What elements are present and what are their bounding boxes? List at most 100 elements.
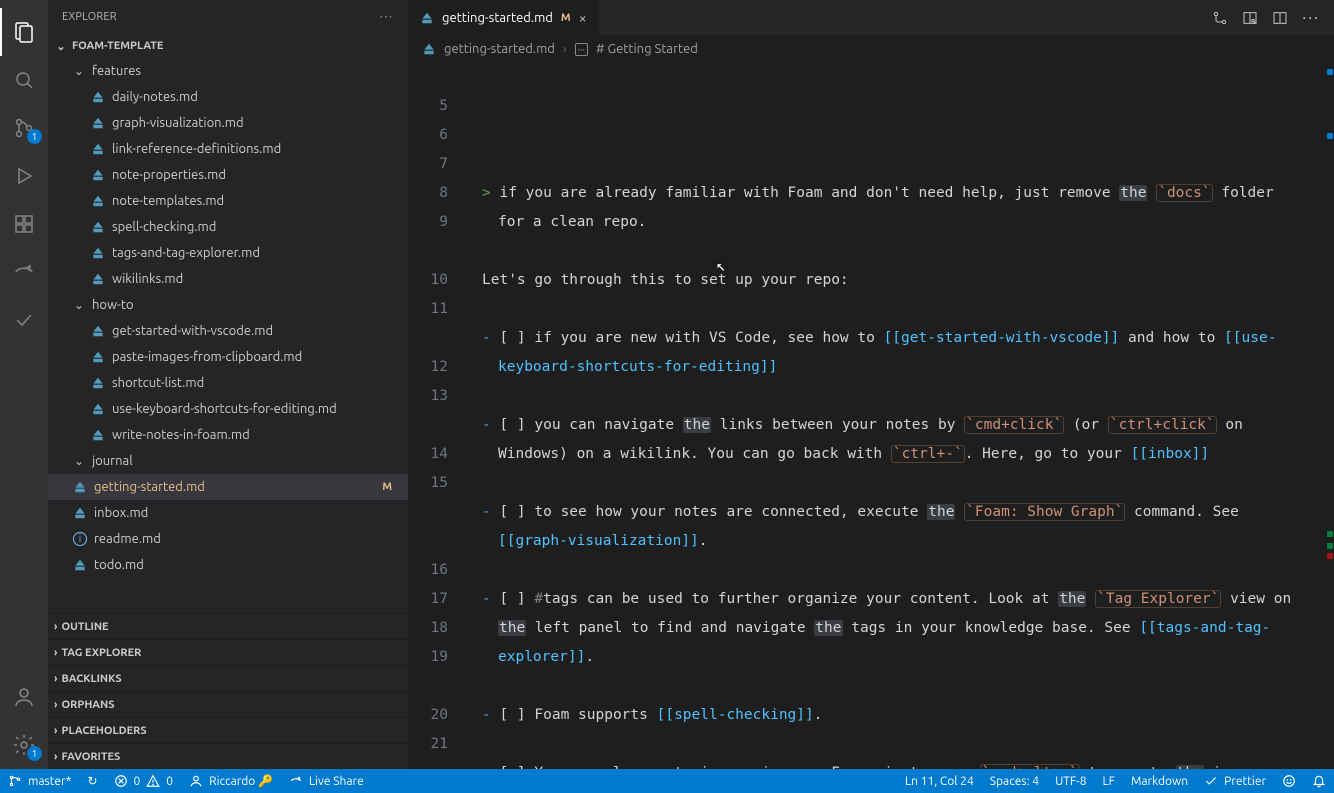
code-line[interactable]: - [ ] You can also paste images in your … — [482, 759, 1294, 769]
tree-file[interactable]: note-templates.md — [48, 188, 408, 214]
tree-file[interactable]: shortcut-list.md — [48, 370, 408, 396]
line-number: 19 — [408, 643, 448, 672]
line-number: 6 — [408, 121, 448, 150]
status-encoding[interactable]: UTF-8 — [1047, 769, 1094, 793]
status-eol[interactable]: LF — [1095, 769, 1123, 793]
code-line[interactable]: Let's go through this to set up your rep… — [482, 266, 1294, 295]
tree-item-label: features — [92, 64, 398, 78]
code-area[interactable]: ↖ > if you are already familiar with Foa… — [466, 63, 1334, 769]
status-prettier[interactable]: Prettier — [1196, 769, 1274, 793]
tree-file[interactable]: tags-and-tag-explorer.md — [48, 240, 408, 266]
sidebar-panel-favorites[interactable]: ›FAVORITES — [48, 743, 408, 769]
tree-file[interactable]: note-properties.md — [48, 162, 408, 188]
sidebar-explorer: EXPLORER ··· ⌄ FOAM-TEMPLATE ⌄ features da… — [48, 0, 408, 769]
split-editor-icon[interactable] — [1272, 10, 1288, 26]
tree-file[interactable]: wikilinks.md — [48, 266, 408, 292]
tree-file[interactable]: paste-images-from-clipboard.md — [48, 344, 408, 370]
panel-label: FAVORITES — [61, 751, 120, 763]
tree-folder[interactable]: ⌄how-to — [48, 292, 408, 318]
activity-source-control[interactable]: 1 — [0, 104, 48, 152]
breadcrumb[interactable]: getting-started.md › ··· # Getting Start… — [408, 35, 1334, 63]
markdown-icon — [90, 245, 106, 261]
status-indent[interactable]: Spaces: 4 — [982, 769, 1047, 793]
activity-commit[interactable] — [0, 296, 48, 344]
code-line[interactable]: - [ ] #tags can be used to further organ… — [482, 585, 1294, 672]
tree-file[interactable]: get-started-with-vscode.md — [48, 318, 408, 344]
minimap[interactable] — [1320, 63, 1334, 769]
sidebar-root-folder[interactable]: ⌄ FOAM-TEMPLATE — [48, 34, 408, 58]
markdown-icon — [90, 323, 106, 339]
line-number — [408, 672, 448, 701]
markdown-icon — [90, 427, 106, 443]
status-feedback-icon[interactable] — [1274, 769, 1304, 793]
sidebar-panel-outline[interactable]: ›OUTLINE — [48, 613, 408, 639]
tree-item-label: daily-notes.md — [112, 90, 398, 104]
tree-file[interactable]: link-reference-definitions.md — [48, 136, 408, 162]
code-line[interactable]: - [ ] Foam supports [[spell-checking]]. — [482, 701, 1294, 730]
activity-account[interactable] — [0, 673, 48, 721]
activity-search[interactable] — [0, 56, 48, 104]
tree-folder[interactable]: ⌄ features — [48, 58, 408, 84]
tree-file[interactable]: inbox.md — [48, 500, 408, 526]
status-language[interactable]: Markdown — [1123, 769, 1196, 793]
tree-folder[interactable]: ⌄journal — [48, 448, 408, 474]
tree-file[interactable]: spell-checking.md — [48, 214, 408, 240]
status-liveshare[interactable]: Live Share — [281, 769, 372, 793]
sidebar-title: EXPLORER — [62, 11, 117, 23]
tree-file[interactable]: use-keyboard-shortcuts-for-editing.md — [48, 396, 408, 422]
sidebar-panel-backlinks[interactable]: ›BACKLINKS — [48, 665, 408, 691]
tab-modified-badge: M — [561, 12, 571, 24]
code-line[interactable] — [482, 556, 1294, 585]
tree-file[interactable]: todo.md — [48, 552, 408, 578]
code-line[interactable]: > if you are already familiar with Foam … — [482, 179, 1294, 237]
more-actions-icon[interactable]: ··· — [1302, 9, 1320, 27]
tree-item-label: note-properties.md — [112, 168, 398, 182]
status-branch[interactable]: master* — [0, 769, 79, 793]
code-line[interactable] — [482, 237, 1294, 266]
activity-explorer[interactable] — [0, 8, 48, 56]
status-problems[interactable]: 0 0 — [106, 769, 182, 793]
status-account[interactable]: Riccardo 🔑 — [181, 769, 281, 793]
line-number — [408, 63, 448, 92]
code-line[interactable]: - [ ] you can navigate the links between… — [482, 411, 1294, 469]
code-line[interactable] — [482, 469, 1294, 498]
sidebar-actions-icon[interactable]: ··· — [380, 11, 394, 23]
code-line[interactable] — [482, 730, 1294, 759]
chevron-right-icon: › — [54, 725, 57, 737]
sidebar-panel-orphans[interactable]: ›ORPHANS — [48, 691, 408, 717]
panel-label: OUTLINE — [61, 621, 108, 633]
markdown-icon — [90, 219, 106, 235]
tree-file[interactable]: graph-visualization.md — [48, 110, 408, 136]
compare-changes-icon[interactable] — [1212, 10, 1228, 26]
activity-settings[interactable]: 1 — [0, 721, 48, 769]
editor-body[interactable]: 56789101112131415161718192021 ↖ > if you… — [408, 63, 1334, 769]
tree-file[interactable]: daily-notes.md — [48, 84, 408, 110]
sidebar-panel-tag-explorer[interactable]: ›TAG EXPLORER — [48, 639, 408, 665]
tree-file[interactable]: getting-started.mdM — [48, 474, 408, 500]
open-preview-icon[interactable] — [1242, 10, 1258, 26]
sidebar-root-label: FOAM-TEMPLATE — [72, 40, 163, 52]
status-bar: master* ↻ 0 0 Riccardo 🔑 Live Share Ln 1… — [0, 769, 1334, 793]
status-sync[interactable]: ↻ — [79, 769, 105, 793]
status-cursor-position[interactable]: Ln 11, Col 24 — [897, 769, 982, 793]
tree-file[interactable]: ireadme.md — [48, 526, 408, 552]
activity-extensions[interactable] — [0, 200, 48, 248]
activity-share[interactable] — [0, 248, 48, 296]
chevron-down-icon: ⌄ — [72, 64, 86, 78]
tree-file[interactable]: write-notes-in-foam.md — [48, 422, 408, 448]
activity-run-debug[interactable] — [0, 152, 48, 200]
line-number: 15 — [408, 469, 448, 498]
code-line[interactable] — [482, 295, 1294, 324]
status-bell-icon[interactable] — [1304, 769, 1334, 793]
code-line[interactable]: - [ ] if you are new with VS Code, see h… — [482, 324, 1294, 382]
code-line[interactable] — [482, 672, 1294, 701]
tree-item-label: paste-images-from-clipboard.md — [112, 350, 398, 364]
tree-item-label: link-reference-definitions.md — [112, 142, 398, 156]
code-line[interactable] — [482, 150, 1294, 179]
code-line[interactable]: - [ ] to see how your notes are connecte… — [482, 498, 1294, 556]
chevron-down-icon: ⌄ — [54, 40, 68, 53]
code-line[interactable] — [482, 382, 1294, 411]
tab-getting-started[interactable]: getting-started.md M × — [408, 0, 600, 35]
sidebar-panel-placeholders[interactable]: ›PLACEHOLDERS — [48, 717, 408, 743]
close-icon[interactable]: × — [579, 10, 587, 26]
